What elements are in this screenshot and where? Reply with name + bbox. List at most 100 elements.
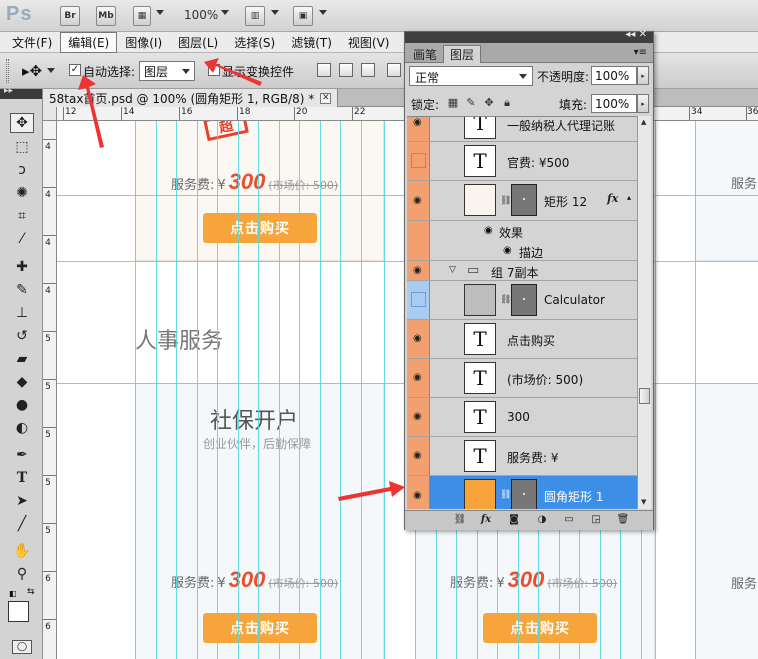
hand-tool-icon[interactable]: ✋ — [10, 541, 34, 561]
chevron-down-icon[interactable]: ▽ — [449, 265, 456, 275]
scroll-up-icon[interactable]: ▲ — [641, 118, 646, 126]
chevron-down-icon[interactable] — [156, 10, 164, 15]
layer-row-selected[interactable]: ◉ ⛓ 圆角矩形 1 — [407, 476, 637, 509]
paint-bucket-tool-icon[interactable]: ◆ — [10, 372, 34, 392]
default-colors-icon[interactable]: ◧ — [9, 589, 17, 598]
film-strip-icon[interactable]: ▦ — [133, 6, 151, 26]
layer-row[interactable]: ◉ T 一般纳税人代理记账 — [407, 117, 637, 142]
type-tool-icon[interactable]: T — [10, 468, 34, 488]
tab-swatches[interactable]: 画笔 — [407, 45, 443, 63]
opacity-slider-toggle[interactable]: ▸ — [637, 66, 649, 85]
add-mask-icon[interactable]: ◙ — [507, 514, 521, 526]
auto-select-checkbox[interactable]: ✓ — [69, 64, 81, 76]
panel-titlebar[interactable]: ◂◂ ✕ — [405, 29, 653, 43]
marquee-tool-icon[interactable]: ⬚ — [10, 137, 34, 157]
eye-icon[interactable]: ◉ — [484, 225, 493, 236]
clone-stamp-tool-icon[interactable]: ⊥ — [10, 303, 34, 323]
quick-selection-tool-icon[interactable]: ✺ — [10, 183, 34, 203]
guide-line[interactable] — [135, 121, 136, 659]
expand-effects-icon[interactable]: ▴ — [627, 193, 631, 202]
move-tool-icon[interactable]: ✥ — [10, 113, 34, 133]
swap-colors-icon[interactable]: ⇆ — [27, 587, 35, 597]
path-selection-tool-icon[interactable]: ➤ — [10, 491, 34, 511]
zoom-tool-icon[interactable]: ⚲ — [10, 564, 34, 584]
fill-slider-toggle[interactable]: ▸ — [637, 94, 649, 113]
guide-line[interactable] — [238, 121, 239, 659]
crop-tool-icon[interactable]: ⌗ — [10, 206, 34, 226]
blur-tool-icon[interactable]: ● — [10, 395, 34, 415]
guide-line[interactable] — [299, 121, 300, 659]
eye-icon[interactable]: ◉ — [413, 412, 422, 422]
menu-image[interactable]: 图像(I) — [117, 32, 170, 53]
foreground-color-swatch[interactable] — [8, 601, 29, 622]
pen-tool-icon[interactable]: ✒ — [10, 445, 34, 465]
zoom-level-dropdown[interactable]: 100% — [184, 8, 218, 22]
eye-icon[interactable]: ◉ — [413, 334, 422, 344]
align-top-icon[interactable] — [317, 63, 331, 77]
eye-icon[interactable]: ◉ — [413, 490, 422, 501]
collapse-icon[interactable]: ◂◂ ✕ — [625, 29, 647, 40]
guide-line[interactable] — [320, 121, 321, 659]
layer-group-row[interactable]: ◉ ▽ ▭ 组 7副本 — [407, 261, 637, 281]
layers-scrollbar[interactable]: ▲ ▼ — [637, 116, 651, 509]
dodge-tool-icon[interactable]: ◐ — [10, 418, 34, 438]
arrange-documents-icon[interactable]: ▥ — [245, 6, 265, 26]
delete-layer-icon[interactable]: 🗑︎ — [616, 514, 630, 526]
lock-pixels-icon[interactable]: ✎ — [465, 97, 477, 109]
eraser-tool-icon[interactable]: ▰ — [10, 349, 34, 369]
align-left-icon[interactable] — [387, 63, 401, 77]
history-brush-tool-icon[interactable]: ↺ — [10, 326, 34, 346]
menu-view[interactable]: 视图(V) — [340, 32, 398, 53]
lock-transparency-icon[interactable]: ▦ — [447, 97, 459, 109]
panel-menu-icon[interactable]: ▾≡ — [634, 47, 647, 58]
ruler-origin[interactable] — [43, 107, 57, 121]
close-icon[interactable]: ✕ — [320, 92, 332, 104]
chevron-down-icon[interactable] — [47, 68, 55, 73]
fill-input[interactable]: 100% — [591, 94, 637, 113]
menu-file[interactable]: 文件(F) — [4, 32, 60, 53]
tools-panel-header[interactable]: ▸▸ — [0, 86, 42, 99]
guide-line[interactable] — [197, 121, 198, 659]
healing-brush-tool-icon[interactable]: ✚ — [10, 257, 34, 277]
guide-line[interactable] — [279, 121, 280, 659]
chevron-down-icon[interactable] — [271, 10, 279, 15]
add-layer-style-icon[interactable]: fx — [479, 514, 493, 526]
visibility-toggle[interactable] — [411, 292, 426, 307]
guide-line[interactable] — [361, 121, 362, 659]
eye-icon[interactable]: ◉ — [503, 245, 512, 256]
vertical-ruler[interactable]: 4 4 4 4 5 5 5 5 5 6 6 — [43, 121, 57, 659]
scroll-down-icon[interactable]: ▼ — [641, 498, 646, 506]
layer-row[interactable]: ◉ T 点击购买 — [407, 320, 637, 359]
layer-row[interactable]: T 官费: ¥500 — [407, 142, 637, 181]
align-vertical-center-icon[interactable] — [339, 63, 353, 77]
chevron-down-icon[interactable] — [319, 10, 327, 15]
eye-icon[interactable]: ◉ — [413, 451, 422, 461]
align-bottom-icon[interactable] — [361, 63, 375, 77]
line-tool-icon[interactable]: ╱ — [10, 514, 34, 534]
new-layer-icon[interactable]: ◲ — [589, 514, 603, 526]
quick-mask-icon[interactable]: ◯ — [12, 640, 32, 654]
eye-icon[interactable]: ◉ — [413, 373, 422, 383]
menu-layer[interactable]: 图层(L) — [170, 32, 226, 53]
guide-line[interactable] — [384, 121, 385, 659]
lock-position-icon[interactable]: ✥ — [483, 97, 495, 109]
bridge-button[interactable]: Br — [60, 6, 80, 26]
brush-tool-icon[interactable]: ✎ — [10, 280, 34, 300]
menu-edit[interactable]: 编辑(E) — [60, 31, 118, 53]
eye-icon[interactable]: ◉ — [413, 118, 422, 128]
collapse-icon[interactable]: ▸▸ — [4, 86, 13, 96]
menu-select[interactable]: 选择(S) — [226, 32, 283, 53]
document-tab[interactable]: 58tax首页.psd @ 100% (圆角矩形 1, RGB/8) * ✕ — [43, 89, 339, 107]
guide-line[interactable] — [340, 121, 341, 659]
move-tool-preset-icon[interactable]: ▸✥ — [22, 62, 42, 80]
guide-line[interactable] — [258, 121, 259, 659]
adjustment-layer-icon[interactable]: ◑ — [535, 514, 549, 526]
mini-bridge-button[interactable]: Mb — [96, 6, 116, 26]
blend-mode-dropdown[interactable]: 正常 — [409, 66, 533, 86]
eye-icon[interactable]: ◉ — [413, 195, 422, 206]
guide-line[interactable] — [217, 121, 218, 659]
guide-line[interactable] — [695, 121, 696, 659]
fx-icon[interactable]: fx — [607, 192, 618, 205]
screen-mode-icon[interactable]: ▣ — [293, 6, 313, 26]
menu-filter[interactable]: 滤镜(T) — [283, 32, 340, 53]
